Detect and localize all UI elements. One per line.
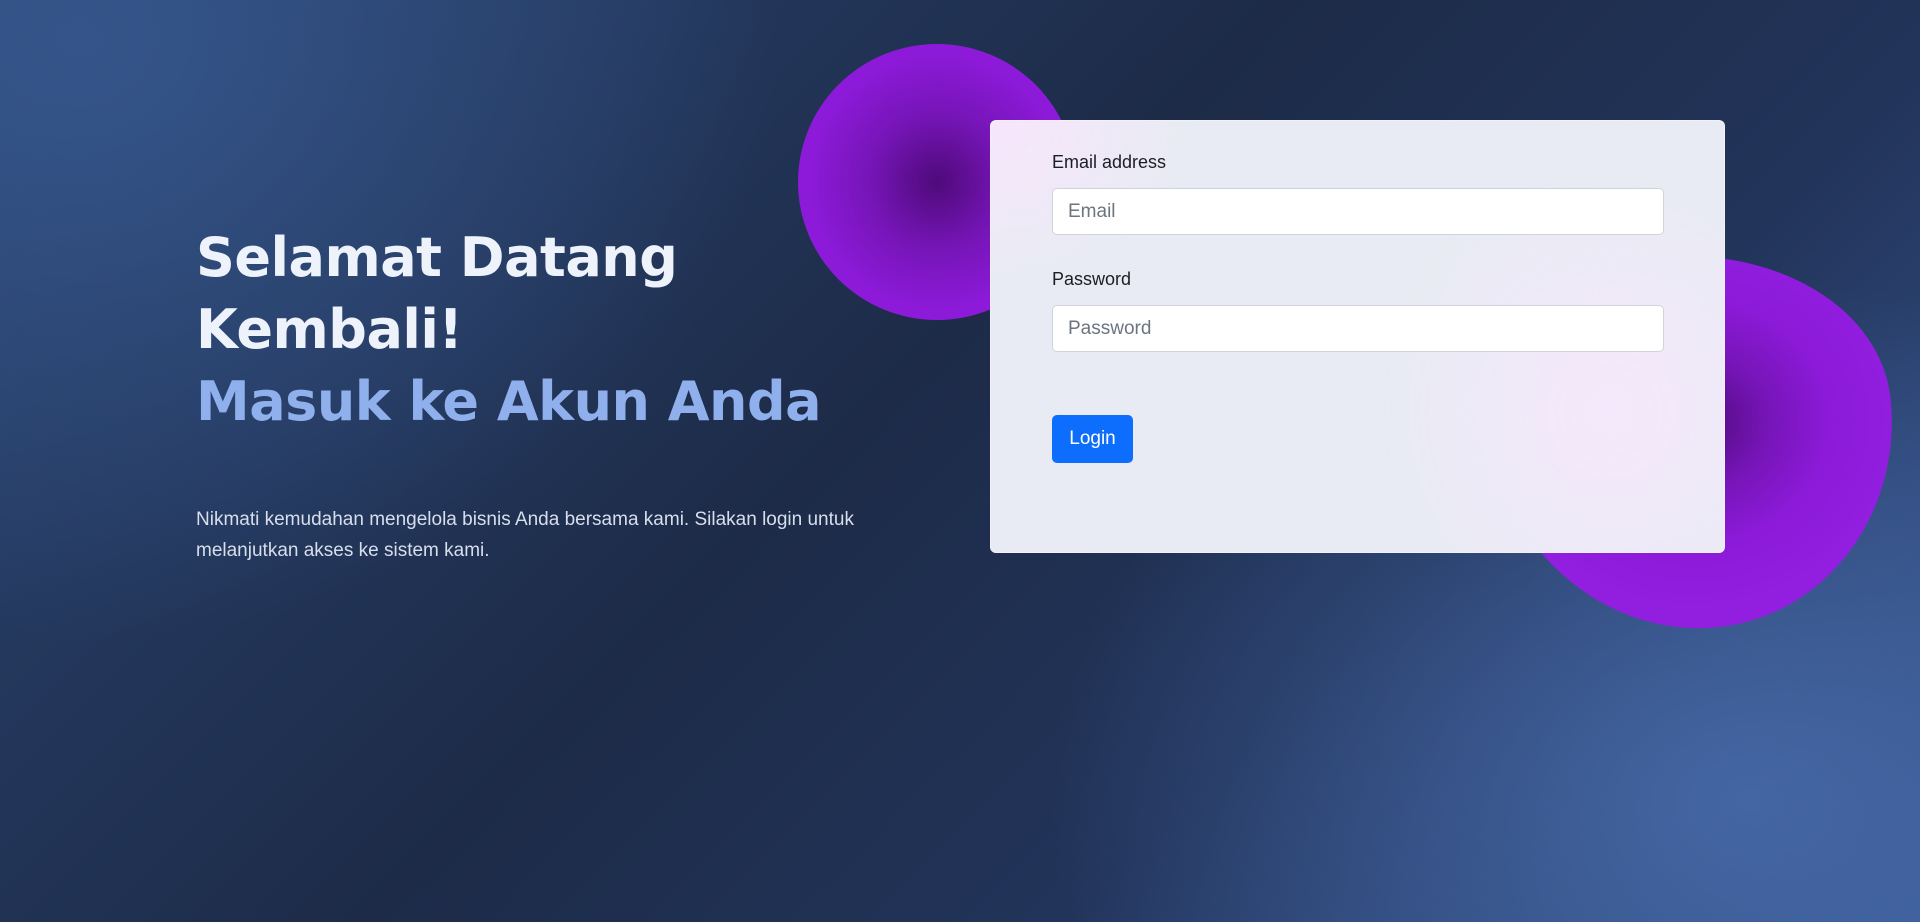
welcome-heading: Selamat Datang Kembali! Masuk ke Akun An… <box>196 222 916 438</box>
email-label: Email address <box>1052 152 1167 172</box>
welcome-title: Selamat Datang Kembali! <box>196 226 678 361</box>
login-card: Email address Password Login <box>990 120 1725 553</box>
welcome-section: Selamat Datang Kembali! Masuk ke Akun An… <box>196 222 916 566</box>
login-page: Selamat Datang Kembali! Masuk ke Akun An… <box>0 0 1920 922</box>
password-field[interactable] <box>1052 305 1664 352</box>
password-label: Password <box>1052 269 1132 289</box>
welcome-description: Nikmati kemudahan mengelola bisnis Anda … <box>196 509 854 561</box>
email-field[interactable] <box>1052 188 1664 235</box>
login-button[interactable]: Login <box>1052 415 1133 463</box>
welcome-subtitle: Masuk ke Akun Anda <box>196 370 822 433</box>
